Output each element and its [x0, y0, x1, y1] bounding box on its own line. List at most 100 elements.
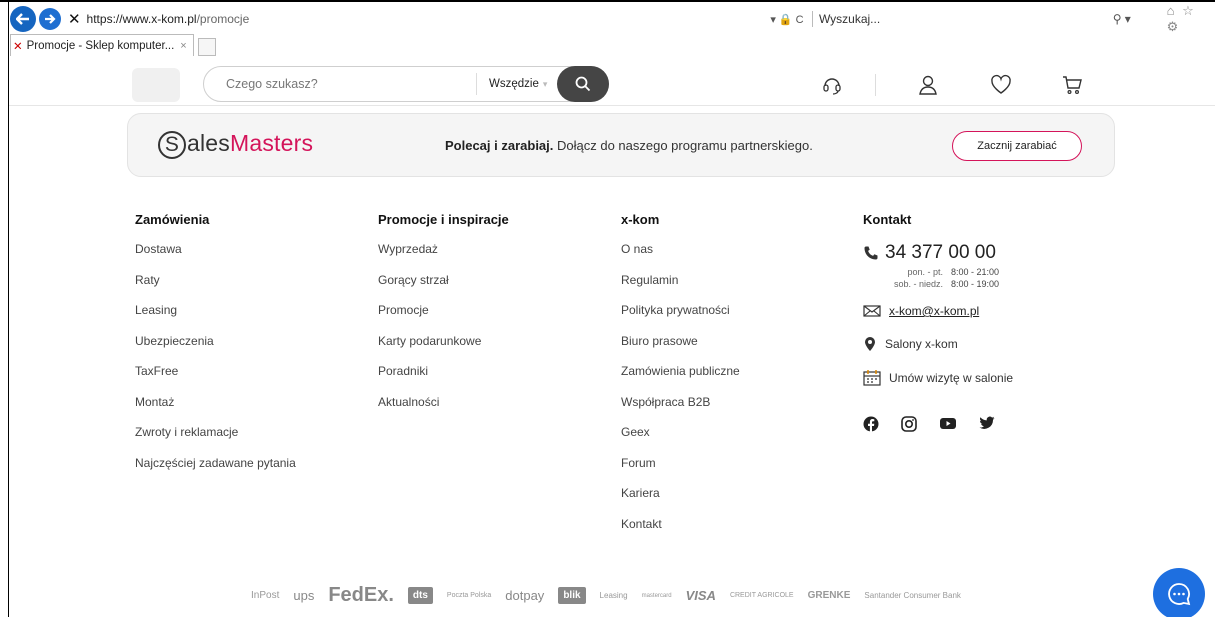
url-field[interactable]: https://www.x-kom.pl/promocje: [87, 12, 762, 26]
footer-link[interactable]: Ubezpieczenia: [135, 334, 355, 365]
tab-favicon: ✕: [13, 40, 23, 53]
salesmasters-logo[interactable]: SalesMasters: [158, 130, 313, 159]
tab-title: Promocje - Sklep komputer...: [26, 39, 175, 52]
footer-link[interactable]: Najczęściej zadawane pytania: [135, 456, 355, 487]
footer-link[interactable]: Kariera: [621, 486, 841, 517]
payment-logo: dts: [407, 587, 433, 604]
instagram-icon[interactable]: [901, 416, 917, 432]
address-bar-row: ✕ https://www.x-kom.pl/promocje ▾ 🔒 C Wy…: [10, 3, 1215, 35]
footer-column-promos: Promocje i inspiracje Wyprzedaż Gorący s…: [378, 212, 598, 425]
facebook-icon[interactable]: [863, 416, 879, 432]
footer-link[interactable]: Montaż: [135, 395, 355, 426]
footer-link[interactable]: Aktualności: [378, 395, 598, 426]
search-input[interactable]: [204, 77, 476, 91]
logo-masters-text: Masters: [230, 130, 314, 156]
payment-logo: ups: [293, 588, 315, 603]
hours-weekday: 8:00 - 21:00: [951, 267, 1000, 277]
payment-logo: Poczta Polska: [446, 592, 492, 599]
site-logo[interactable]: [132, 68, 180, 102]
hours-weekday-label: pon. - pt.: [907, 267, 943, 277]
footer-link[interactable]: Wyprzedaż: [378, 242, 598, 273]
email-link[interactable]: x-kom@x-kom.pl: [889, 304, 979, 318]
contact-email[interactable]: x-kom@x-kom.pl: [863, 304, 1093, 318]
contact-phone[interactable]: 34 377 00 00: [863, 242, 1093, 264]
footer-heading-contact: Kontakt: [863, 212, 912, 227]
tab-row: ✕ Promocje - Sklep komputer... ×: [10, 34, 216, 56]
user-icon[interactable]: [917, 74, 939, 96]
address-tools[interactable]: ▾ 🔒 C: [762, 13, 812, 26]
footer-link[interactable]: Dostawa: [135, 242, 355, 273]
footer-link[interactable]: Współpraca B2B: [621, 395, 841, 426]
chevron-down-icon: ▾: [542, 79, 548, 89]
forward-button[interactable]: [38, 8, 61, 30]
payment-logo: Leasing: [599, 591, 628, 600]
browser-tab[interactable]: ✕ Promocje - Sklep komputer... ×: [10, 34, 194, 56]
start-earning-button[interactable]: Zacznij zarabiać: [952, 131, 1082, 161]
footer-link[interactable]: Zwroty i reklamacje: [135, 425, 355, 456]
payment-logo: VISA: [685, 588, 716, 603]
payment-logo: Santander Consumer Bank: [864, 591, 961, 600]
payment-logo: mastercard: [641, 592, 672, 599]
search-button[interactable]: [557, 66, 609, 102]
banner-text-bold: Polecaj i zarabiaj.: [445, 138, 554, 153]
payment-logo: GRENKE: [807, 590, 851, 601]
site-favicon: ✕: [67, 11, 81, 28]
footer-link[interactable]: O nas: [621, 242, 841, 273]
footer-link[interactable]: Poradniki: [378, 364, 598, 395]
chat-button[interactable]: [1153, 568, 1205, 617]
search-scope-select[interactable]: Wszędzie ▾: [477, 78, 559, 90]
phone-number: 34 377 00 00: [885, 242, 996, 263]
hours-weekend-label: sob. - niedz.: [893, 279, 943, 289]
contact-appointment[interactable]: Umów wizytę w salonie: [863, 370, 1093, 386]
opening-hours: pon. - pt. 8:00 - 21:00 sob. - niedz. 8:00…: [887, 266, 1093, 290]
footer-link[interactable]: Biuro prasowe: [621, 334, 841, 365]
chat-bubble-icon: [1168, 583, 1191, 606]
stores-link: Salony x-kom: [885, 337, 958, 351]
payment-logo: dotpay: [505, 588, 545, 603]
footer-link[interactable]: Gorący strzał: [378, 273, 598, 304]
footer-heading-orders: Zamówienia: [135, 212, 210, 227]
footer-link[interactable]: Geex: [621, 425, 841, 456]
dollar-circle-icon: S: [158, 131, 186, 159]
search-icon: [575, 76, 591, 92]
footer-link[interactable]: Promocje: [378, 303, 598, 334]
phone-icon: [864, 246, 878, 260]
footer-link[interactable]: Forum: [621, 456, 841, 487]
back-arrow-icon: [15, 13, 29, 25]
back-button[interactable]: [10, 6, 36, 32]
headset-icon[interactable]: [821, 74, 843, 96]
tab-close-icon[interactable]: ×: [180, 40, 186, 52]
browser-search-icon[interactable]: ⚲ ▾: [1113, 12, 1153, 26]
footer-link[interactable]: Regulamin: [621, 273, 841, 304]
footer-link[interactable]: Polityka prywatności: [621, 303, 841, 334]
new-tab-button[interactable]: [197, 38, 216, 56]
social-links: [863, 416, 1093, 432]
footer-link[interactable]: Leasing: [135, 303, 355, 334]
banner-text-rest: Dołącz do naszego programu partnerskiego…: [553, 138, 813, 153]
payment-logo: FedEx.: [328, 584, 394, 606]
twitter-icon[interactable]: [979, 416, 995, 430]
window-border-top: [0, 0, 1215, 2]
footer-heading-xkom: x-kom: [621, 212, 660, 227]
payment-logos: InPost ups FedEx. dts Poczta Polska dotp…: [251, 584, 961, 607]
forward-arrow-icon: [44, 14, 56, 24]
home-favorites-settings-icons[interactable]: ⌂ ☆ ⚙: [1167, 3, 1215, 35]
youtube-icon[interactable]: [939, 416, 957, 430]
footer-heading-promos: Promocje i inspiracje: [378, 212, 509, 227]
footer-link[interactable]: Raty: [135, 273, 355, 304]
payment-logo: CREDIT AGRICOLE: [729, 592, 794, 599]
browser-search-field[interactable]: Wyszukaj...: [813, 12, 1113, 26]
footer-link[interactable]: TaxFree: [135, 364, 355, 395]
footer-link[interactable]: Zamówienia publiczne: [621, 364, 841, 395]
cart-icon[interactable]: [1061, 74, 1083, 96]
payment-logo: blik: [558, 587, 586, 604]
footer-link[interactable]: Kontakt: [621, 517, 841, 548]
logo-sales-text: ales: [187, 130, 230, 156]
site-header: Wszędzie▾: [9, 56, 1215, 106]
footer-link[interactable]: Karty podarunkowe: [378, 334, 598, 365]
search-scope-label: Wszędzie: [489, 78, 539, 90]
url-host: https://www.x-kom.pl: [86, 12, 197, 26]
envelope-icon: [863, 305, 881, 317]
heart-icon[interactable]: [990, 74, 1012, 96]
contact-stores[interactable]: Salony x-kom: [863, 336, 1093, 352]
